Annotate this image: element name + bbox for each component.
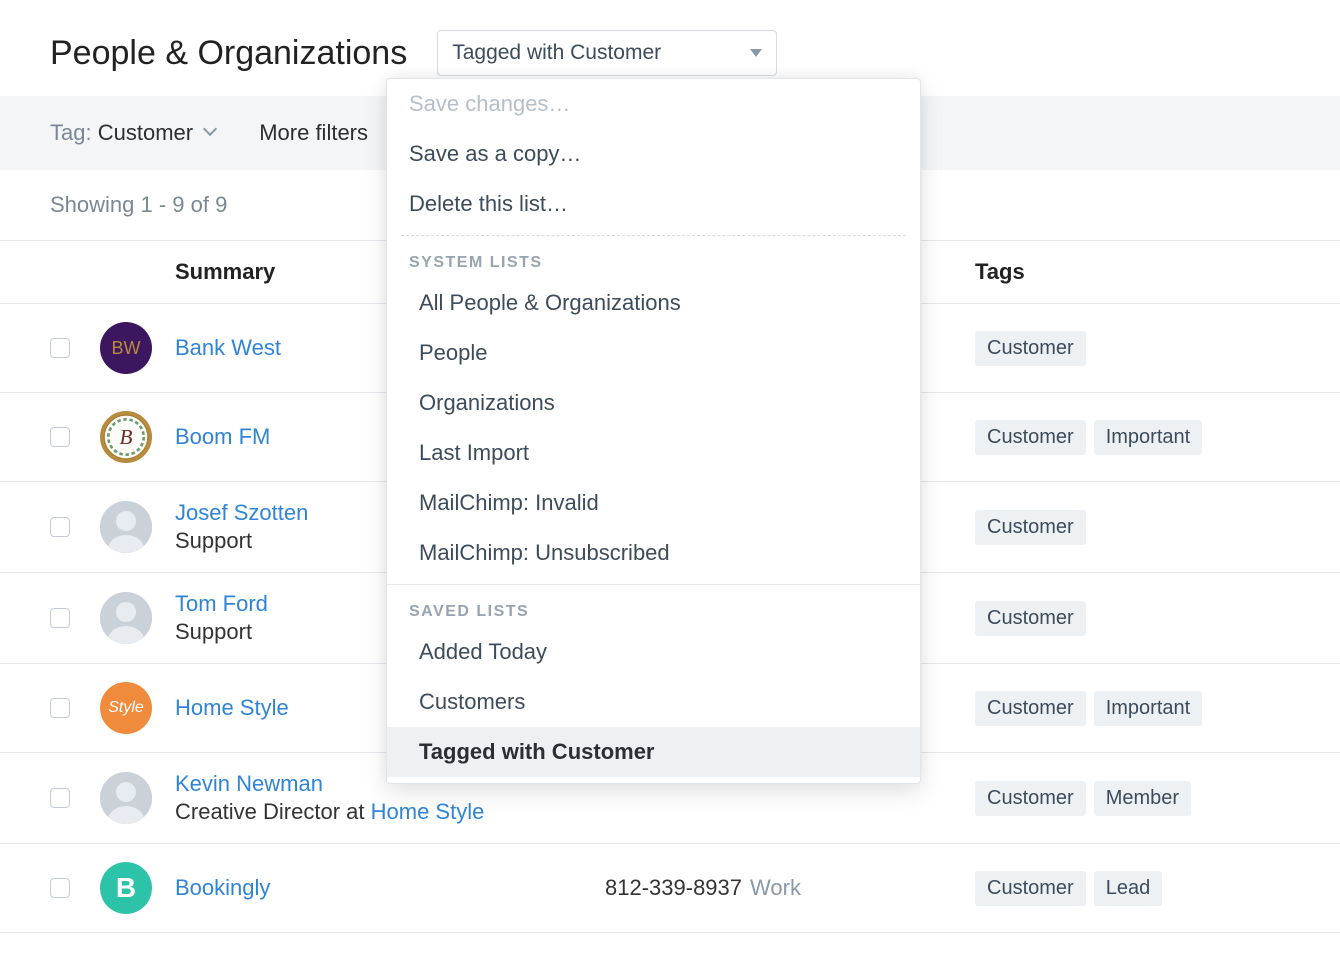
list-selector-label: Tagged with Customer [452, 41, 661, 65]
more-filters-button[interactable]: More filters [259, 120, 368, 146]
column-header-tags: Tags [975, 259, 1290, 285]
menu-item-system-list[interactable]: People [387, 328, 920, 378]
menu-item-system-list[interactable]: MailChimp: Unsubscribed [387, 528, 920, 578]
menu-heading-saved: SAVED LISTS [387, 591, 920, 627]
tag-pill[interactable]: Important [1094, 691, 1202, 726]
menu-divider [387, 584, 920, 585]
tag-pill[interactable]: Important [1094, 420, 1202, 455]
avatar [100, 592, 152, 644]
list-selector-panel: Save changes… Save as a copy… Delete thi… [386, 78, 921, 784]
row-checkbox[interactable] [50, 788, 70, 808]
tag-pill[interactable]: Customer [975, 691, 1086, 726]
caret-down-icon [750, 49, 762, 57]
menu-item-system-list[interactable]: Organizations [387, 378, 920, 428]
tag-pill[interactable]: Customer [975, 871, 1086, 906]
row-checkbox[interactable] [50, 878, 70, 898]
menu-item-saved-list[interactable]: Tagged with Customer [387, 727, 920, 777]
avatar: B [100, 411, 152, 463]
menu-item-delete-list[interactable]: Delete this list… [387, 179, 920, 229]
table-row: B Bookingly812-339-8937 Work CustomerLead [0, 844, 1340, 933]
row-checkbox[interactable] [50, 338, 70, 358]
contact-subline: Creative Director at Home Style [175, 799, 605, 825]
row-checkbox[interactable] [50, 608, 70, 628]
svg-text:B: B [120, 425, 133, 449]
tag-pill[interactable]: Customer [975, 420, 1086, 455]
menu-item-system-list[interactable]: All People & Organizations [387, 278, 920, 328]
menu-divider [401, 235, 906, 236]
row-checkbox[interactable] [50, 517, 70, 537]
page-title: People & Organizations [50, 34, 407, 73]
avatar: Style [100, 682, 152, 734]
list-selector-dropdown[interactable]: Tagged with Customer [437, 30, 777, 76]
phone-number: 812-339-8937 [605, 875, 742, 900]
tag-pill[interactable]: Customer [975, 331, 1086, 366]
menu-item-system-list[interactable]: MailChimp: Invalid [387, 478, 920, 528]
chevron-down-icon [205, 124, 219, 138]
menu-item-save-changes: Save changes… [387, 79, 920, 129]
filter-tag-label: Tag: [50, 120, 92, 145]
row-checkbox[interactable] [50, 427, 70, 447]
avatar [100, 772, 152, 824]
menu-item-saved-list[interactable]: Added Today [387, 627, 920, 677]
avatar: B [100, 862, 152, 914]
contact-org-link[interactable]: Home Style [371, 799, 485, 824]
avatar: BW [100, 322, 152, 374]
menu-item-save-copy[interactable]: Save as a copy… [387, 129, 920, 179]
filter-tag[interactable]: Tag: Customer [50, 120, 219, 146]
menu-item-saved-list[interactable]: Customers [387, 677, 920, 727]
menu-item-system-list[interactable]: Last Import [387, 428, 920, 478]
avatar [100, 501, 152, 553]
menu-heading-system: SYSTEM LISTS [387, 242, 920, 278]
contact-name-link[interactable]: Bookingly [175, 875, 605, 901]
row-checkbox[interactable] [50, 698, 70, 718]
tag-pill[interactable]: Member [1094, 781, 1191, 816]
tag-pill[interactable]: Customer [975, 510, 1086, 545]
tag-pill[interactable]: Customer [975, 601, 1086, 636]
phone-type: Work [750, 875, 801, 900]
filter-tag-value: Customer [98, 120, 193, 145]
tag-pill[interactable]: Customer [975, 781, 1086, 816]
tag-pill[interactable]: Lead [1094, 871, 1163, 906]
